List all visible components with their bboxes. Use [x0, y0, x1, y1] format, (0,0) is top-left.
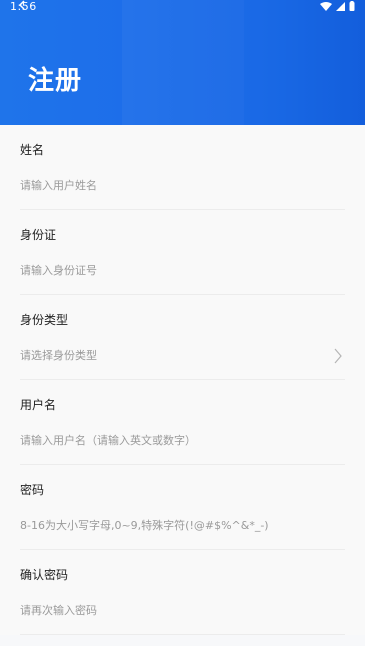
identity-type-field-row[interactable]: 身份类型: [20, 295, 345, 380]
confirm-password-input[interactable]: [20, 600, 330, 620]
name-input[interactable]: [20, 175, 330, 195]
chevron-right-icon[interactable]: [333, 348, 343, 364]
back-arrow-icon[interactable]: [18, 0, 32, 10]
password-label: 密码: [20, 483, 45, 497]
confirm-password-label: 确认密码: [20, 568, 69, 582]
wifi-icon: [320, 1, 332, 11]
name-field-row: 姓名: [20, 125, 345, 210]
username-field-row: 用户名: [20, 380, 345, 465]
username-label: 用户名: [20, 398, 57, 412]
password-input[interactable]: [20, 515, 330, 535]
id-card-field-row: 身份证: [20, 210, 345, 295]
register-form: 姓名 身份证 身份类型 用户名 密码 确认密码: [0, 125, 365, 635]
password-field-row: 密码: [20, 465, 345, 550]
signal-icon: [336, 1, 345, 11]
status-bar: 1:56: [0, 0, 365, 13]
name-label: 姓名: [20, 143, 45, 157]
battery-icon: [349, 1, 355, 11]
identity-type-label: 身份类型: [20, 313, 69, 327]
id-card-label: 身份证: [20, 228, 57, 242]
identity-type-select[interactable]: [20, 345, 330, 365]
status-icons: [320, 1, 355, 11]
id-card-input[interactable]: [20, 260, 330, 280]
page-title: 注册: [28, 66, 83, 96]
header-bar: 1:56 注册: [0, 0, 365, 125]
username-input[interactable]: [20, 430, 330, 450]
confirm-password-field-row: 确认密码: [20, 550, 345, 635]
